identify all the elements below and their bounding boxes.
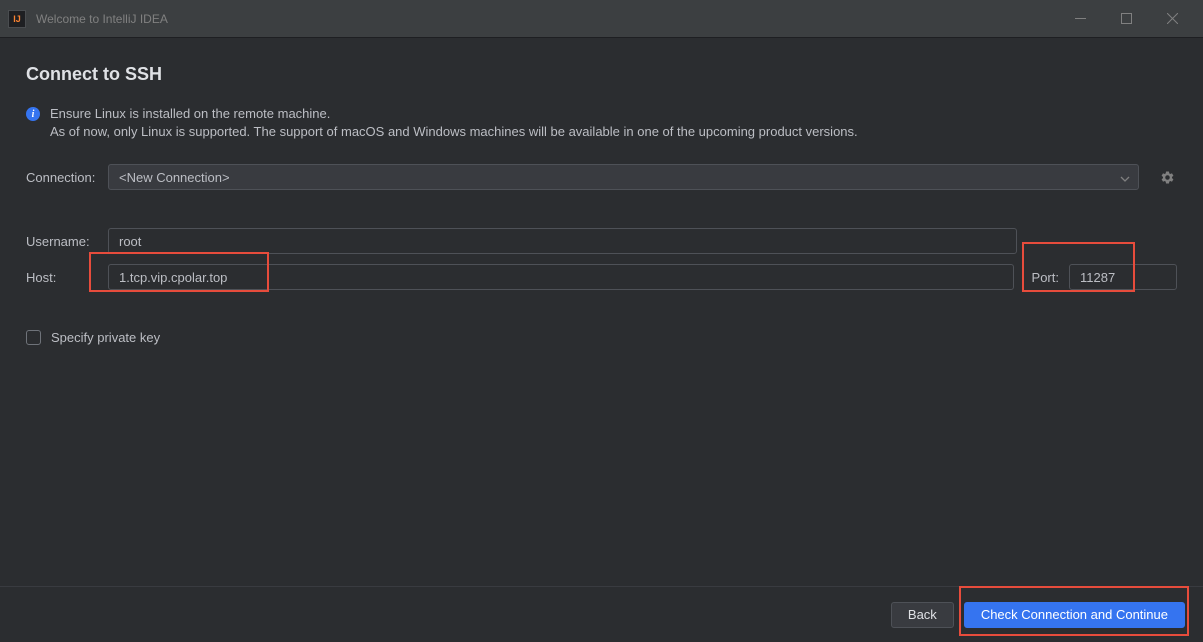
page-title: Connect to SSH — [26, 64, 1177, 85]
titlebar: IJ Welcome to IntelliJ IDEA — [0, 0, 1203, 38]
private-key-row: Specify private key — [26, 330, 1177, 345]
info-line-1: Ensure Linux is installed on the remote … — [50, 105, 858, 123]
info-line-2: As of now, only Linux is supported. The … — [50, 123, 858, 141]
main-panel: Connect to SSH i Ensure Linux is install… — [0, 38, 1203, 586]
gear-icon — [1160, 170, 1175, 185]
username-input[interactable] — [108, 228, 1017, 254]
host-label: Host: — [26, 270, 98, 285]
connection-settings-button[interactable] — [1157, 167, 1177, 187]
window-controls — [1057, 0, 1195, 38]
connection-value: <New Connection> — [119, 170, 230, 185]
footer: Back Check Connection and Continue — [0, 586, 1203, 642]
username-row: Username: — [26, 228, 1177, 254]
back-button[interactable]: Back — [891, 602, 954, 628]
maximize-button[interactable] — [1103, 0, 1149, 38]
connection-row: Connection: <New Connection> — [26, 164, 1177, 190]
port-label: Port: — [1024, 270, 1059, 285]
info-text: Ensure Linux is installed on the remote … — [50, 105, 858, 140]
host-input[interactable] — [108, 264, 1014, 290]
info-banner: i Ensure Linux is installed on the remot… — [26, 105, 1177, 140]
chevron-down-icon — [1120, 170, 1130, 185]
info-icon: i — [26, 107, 40, 121]
username-label: Username: — [26, 234, 98, 249]
check-connection-button[interactable]: Check Connection and Continue — [964, 602, 1185, 628]
close-button[interactable] — [1149, 0, 1195, 38]
window-title: Welcome to IntelliJ IDEA — [36, 12, 1057, 26]
specify-private-key-label: Specify private key — [51, 330, 160, 345]
app-icon: IJ — [8, 10, 26, 28]
specify-private-key-checkbox[interactable] — [26, 330, 41, 345]
host-row: Host: Port: — [26, 264, 1177, 290]
port-input[interactable] — [1069, 264, 1177, 290]
minimize-button[interactable] — [1057, 0, 1103, 38]
connection-select[interactable]: <New Connection> — [108, 164, 1139, 190]
connection-label: Connection: — [26, 170, 98, 185]
